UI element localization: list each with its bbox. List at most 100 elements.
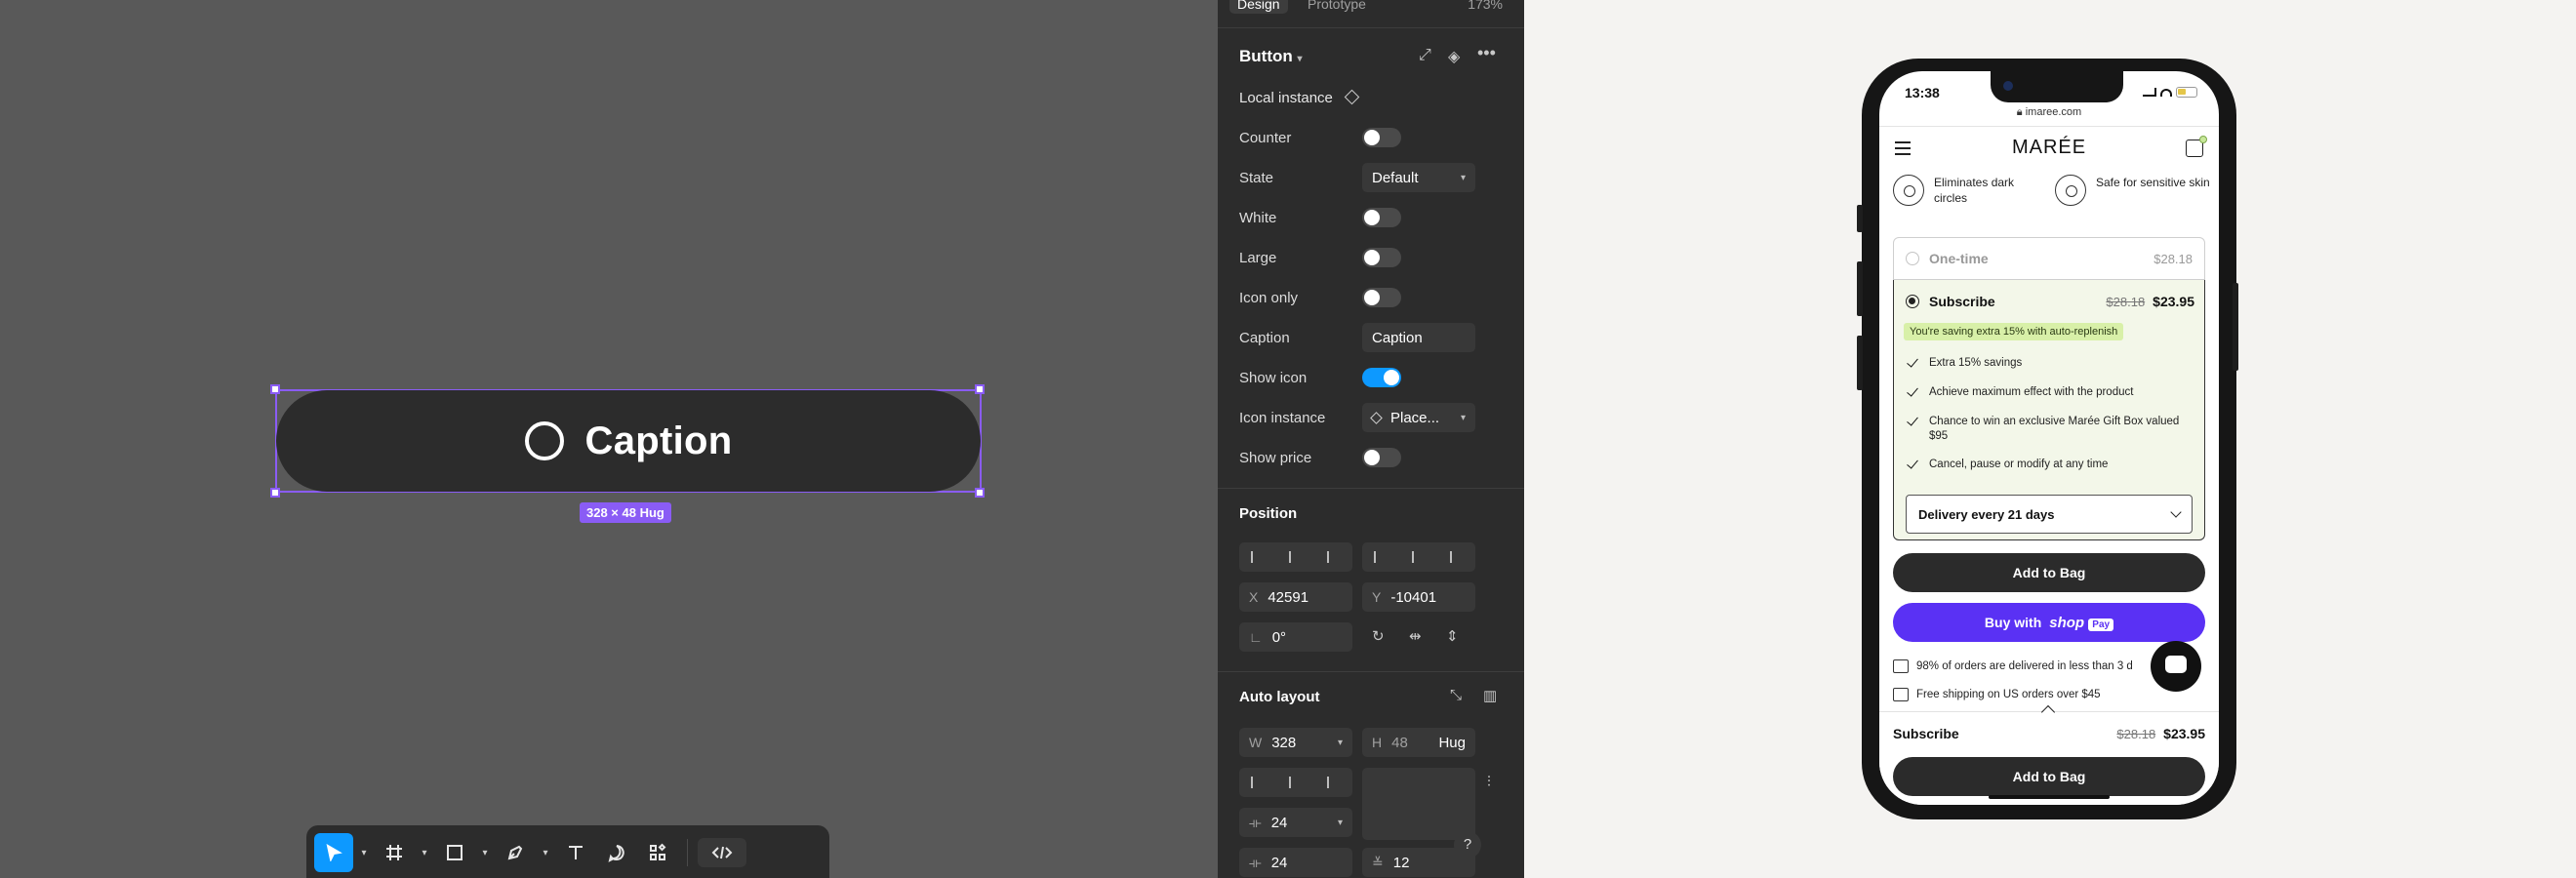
horizontal-align-group[interactable] (1239, 542, 1352, 572)
alignment-grid[interactable] (1362, 768, 1475, 840)
home-indicator (1989, 795, 2110, 799)
sticky-add-to-bag-button[interactable]: Add to Bag (1893, 757, 2205, 796)
y-position-input[interactable]: Y -10401 (1362, 582, 1475, 612)
bottom-toolbar: ▾ ▾ ▾ ▾ (306, 825, 829, 878)
shape-tool-button[interactable] (435, 833, 474, 872)
radio-selected[interactable] (1906, 295, 1919, 308)
phone-screen: 13:38 🔒︎ imaree.com MARÉE Eliminates dar… (1879, 71, 2219, 805)
local-instance-label: Local instance (1239, 90, 1333, 106)
help-button[interactable]: ? (1454, 831, 1481, 858)
button-caption: Caption (584, 419, 733, 462)
component-name[interactable]: Button ▾ (1239, 47, 1303, 66)
resize-handle-top-left[interactable] (270, 384, 280, 394)
dev-mode-toggle[interactable] (698, 838, 746, 867)
properties-panel: Design Prototype 173% Button ▾ ⤢ ◈ ••• L… (1218, 0, 1524, 878)
gap-input[interactable]: ⟛ 24 ▾ (1239, 808, 1352, 837)
checkmark-icon (1906, 458, 1919, 471)
phone-button (2233, 283, 2238, 371)
rotation-input[interactable]: ∟ 0° (1239, 622, 1352, 652)
benefit-check-row: Chance to win an exclusive Marée Gift Bo… (1906, 415, 2189, 444)
height-input[interactable]: H 48 Hug (1362, 728, 1475, 757)
brand-logo[interactable]: MARÉE (1879, 137, 2219, 159)
benefit-check-row: Extra 15% savings (1906, 356, 2189, 371)
text-tool-button[interactable] (556, 833, 595, 872)
saving-badge: You're saving extra 15% with auto-replen… (1904, 323, 2124, 340)
prop-counter-label: Counter (1239, 129, 1292, 146)
pen-tool-button[interactable] (496, 833, 535, 872)
benefit-label: Safe for sensitive skin (2096, 176, 2210, 189)
gap-icon: ⟛ (1249, 814, 1262, 830)
pen-tool-menu[interactable]: ▾ (537, 833, 554, 872)
sticky-price-row: Subscribe $28.18 $23.95 (1893, 726, 2205, 741)
move-tool-button[interactable] (314, 833, 353, 872)
icon-only-toggle[interactable] (1362, 288, 1401, 307)
padding-h-icon: ⟛ (1249, 854, 1262, 870)
tab-prototype[interactable]: Prototype (1300, 0, 1374, 14)
shipping-info-row: Free shipping on US orders over $45 (1893, 688, 2101, 701)
show-icon-toggle[interactable] (1362, 368, 1401, 387)
prop-counter-row: Counter (1239, 121, 1512, 154)
large-toggle[interactable] (1362, 248, 1401, 267)
resize-handle-bottom-right[interactable] (975, 488, 985, 498)
prop-large-label: Large (1239, 249, 1277, 266)
radio-unselected[interactable] (1906, 252, 1919, 265)
checkmark-icon (1906, 356, 1919, 370)
subscribe-option[interactable]: Subscribe $28.18 $23.95 You're saving ex… (1893, 280, 2205, 540)
flip-vertical-icon[interactable]: ⇕ (1446, 627, 1459, 645)
shape-tool-menu[interactable]: ▾ (476, 833, 494, 872)
size-badge: 328 × 48 Hug (580, 502, 671, 523)
panel-divider (1218, 671, 1524, 672)
move-tool-menu[interactable]: ▾ (355, 833, 373, 872)
shop-pay-button[interactable]: Buy with shop Pay (1893, 603, 2205, 642)
horizontal-padding-input[interactable]: ⟛ 24 (1239, 848, 1352, 877)
rotate-icon[interactable]: ↻ (1372, 627, 1385, 645)
cursor-icon (326, 844, 342, 861)
signal-icon (2143, 88, 2156, 97)
vertical-align-group[interactable] (1362, 542, 1475, 572)
sticky-subscribe-label: Subscribe (1893, 726, 1959, 741)
zoom-level[interactable]: 173% (1468, 0, 1503, 14)
detach-instance-icon[interactable]: ◈ (1448, 47, 1460, 66)
position-section-title: Position (1239, 505, 1298, 522)
browser-url[interactable]: 🔒︎ imaree.com (1879, 106, 2219, 119)
prop-white-row: White (1239, 201, 1512, 234)
text-icon (569, 846, 583, 859)
add-to-bag-button[interactable]: Add to Bag (1893, 553, 2205, 592)
frame-tool-menu[interactable]: ▾ (416, 833, 433, 872)
padding-v-icon: ≚ (1372, 854, 1384, 870)
more-options-icon[interactable]: ••• (1477, 43, 1496, 63)
x-position-input[interactable]: X 42591 (1239, 582, 1352, 612)
width-input[interactable]: W 328 ▾ (1239, 728, 1352, 757)
advanced-layout-icon[interactable]: ⫶ (1487, 774, 1491, 790)
resize-to-fit-icon[interactable]: ⤡ (1450, 687, 1462, 703)
tab-design[interactable]: Design (1229, 0, 1288, 14)
button-component-preview[interactable]: Caption (276, 390, 981, 492)
local-instance-row[interactable]: Local instance (1239, 89, 1360, 106)
delivery-frequency-select[interactable]: Delivery every 21 days (1906, 495, 2193, 534)
layout-direction-group[interactable] (1239, 768, 1352, 797)
phone-button (1857, 336, 1863, 390)
frame-tool-button[interactable] (375, 833, 414, 872)
components-tool-button[interactable] (638, 833, 677, 872)
chat-bubble-icon[interactable] (2151, 641, 2201, 692)
arrow-down-icon (1251, 777, 1265, 788)
align-top-icon (1374, 551, 1388, 563)
resize-handle-top-right[interactable] (975, 384, 985, 394)
comment-tool-button[interactable] (597, 833, 636, 872)
counter-toggle[interactable] (1362, 128, 1401, 147)
prop-state-label: State (1239, 169, 1274, 186)
icon-instance-select[interactable]: Place... ▾ (1362, 403, 1475, 432)
layout-options-icon[interactable]: ▥ (1483, 687, 1497, 704)
cart-badge (2199, 136, 2207, 143)
state-select[interactable]: Default ▾ (1362, 163, 1475, 192)
chevron-up-icon[interactable] (2040, 704, 2056, 720)
flip-horizontal-icon[interactable]: ⇹ (1409, 627, 1422, 645)
benefit-check-row: Achieve maximum effect with the product (1906, 385, 2189, 400)
show-price-toggle[interactable] (1362, 448, 1401, 467)
one-time-option[interactable]: One-time $28.18 (1893, 237, 2205, 280)
resize-handle-bottom-left[interactable] (270, 488, 280, 498)
design-canvas[interactable]: Caption 328 × 48 Hug ▾ ▾ ▾ ▾ (0, 0, 1218, 878)
white-toggle[interactable] (1362, 208, 1401, 227)
go-to-main-component-icon[interactable]: ⤢ (1419, 47, 1431, 64)
caption-input[interactable]: Caption (1362, 323, 1475, 352)
